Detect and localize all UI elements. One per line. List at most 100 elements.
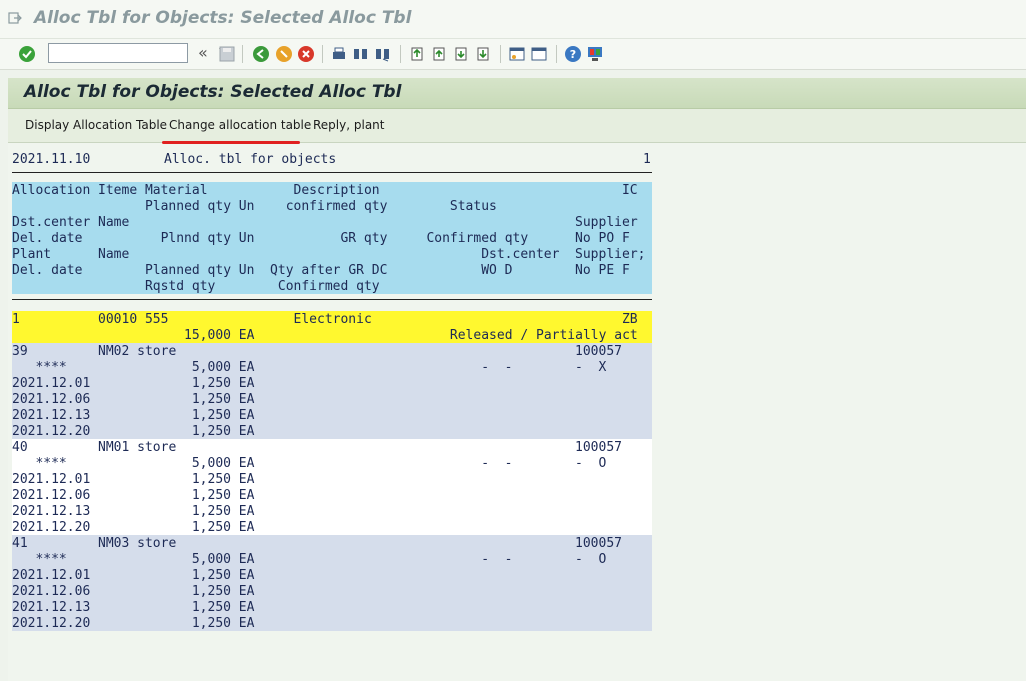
- delivery-date: 2021.12.13: [12, 600, 91, 615]
- delivery-row[interactable]: 2021.12.13 1,250 EA: [12, 503, 652, 519]
- store-qty-row[interactable]: **** 5,000 EA - - - X: [12, 359, 652, 375]
- header-row[interactable]: Dst.center Name Supplier: [12, 214, 652, 230]
- save-icon[interactable]: [218, 45, 236, 63]
- unit: EA: [238, 584, 255, 599]
- store-qty-row[interactable]: **** 5,000 EA - - - O: [12, 455, 652, 471]
- supplier: 100057: [575, 344, 622, 359]
- display-allocation-table-button[interactable]: Display Allocation Table: [25, 118, 167, 132]
- double-chevron-left-icon[interactable]: «: [198, 43, 216, 62]
- page-title: Alloc Tbl for Objects: Selected Alloc Tb…: [24, 82, 402, 102]
- flag: O: [598, 552, 607, 567]
- store-row[interactable]: 39 NM02 store 100057: [12, 343, 652, 359]
- delivery-row[interactable]: 2021.12.20 1,250 EA: [12, 615, 652, 631]
- exit-icon[interactable]: [8, 11, 22, 25]
- column-header: Del. date: [12, 263, 83, 278]
- column-header: WO D: [481, 263, 513, 278]
- delivery-row[interactable]: 2021.12.01 1,250 EA: [12, 567, 652, 583]
- delivery-qty: 1,250: [191, 488, 231, 503]
- delivery-row[interactable]: 2021.12.06 1,250 EA: [12, 391, 652, 407]
- dst-center: 40: [12, 440, 28, 455]
- store-name: NM03 store: [98, 536, 177, 551]
- description: Electronic: [293, 312, 372, 327]
- column-header: IC: [621, 183, 638, 198]
- back-icon[interactable]: [252, 45, 270, 63]
- divider: [12, 299, 652, 300]
- dst-center: 39: [12, 344, 28, 359]
- unit: EA: [238, 552, 255, 567]
- delivery-date: 2021.12.06: [12, 392, 91, 407]
- column-header: Un: [238, 263, 255, 278]
- delivery-row[interactable]: 2021.12.06 1,250 EA: [12, 583, 652, 599]
- enter-check-icon[interactable]: [18, 45, 36, 63]
- ic: ZB: [621, 312, 638, 327]
- header-row[interactable]: Planned qty Un confirmed qty Status: [12, 198, 652, 214]
- supplier: 100057: [575, 440, 622, 455]
- command-field[interactable]: [48, 43, 227, 63]
- unit: EA: [238, 408, 255, 423]
- delivery-date: 2021.12.20: [12, 424, 91, 439]
- delivery-row[interactable]: 2021.12.06 1,250 EA: [12, 487, 652, 503]
- unit: EA: [238, 616, 255, 631]
- divider: [12, 172, 652, 173]
- dash: -: [575, 456, 583, 471]
- application-toolbar: Display Allocation Table Change allocati…: [8, 109, 1026, 143]
- qty: 5,000: [191, 360, 231, 375]
- delivery-date: 2021.12.20: [12, 520, 91, 535]
- delivery-row[interactable]: 2021.12.01 1,250 EA: [12, 471, 652, 487]
- alloc-number: 1: [12, 312, 20, 327]
- material: 555: [144, 312, 169, 327]
- window-titlebar: Alloc Tbl for Objects: Selected Alloc Tb…: [0, 0, 1026, 39]
- last-page-icon[interactable]: [474, 45, 492, 63]
- stars: ****: [35, 456, 67, 471]
- unit: EA: [238, 456, 255, 471]
- find-next-icon[interactable]: [374, 45, 392, 63]
- item-number: 00010: [98, 312, 138, 327]
- dash: -: [504, 552, 513, 567]
- previous-page-icon[interactable]: [430, 45, 448, 63]
- first-page-icon[interactable]: [408, 45, 426, 63]
- store-qty-row[interactable]: **** 5,000 EA - - - O: [12, 551, 652, 567]
- delivery-qty: 1,250: [191, 408, 231, 423]
- column-header: Un: [238, 199, 255, 214]
- unit: EA: [238, 472, 255, 487]
- exit-icon[interactable]: [275, 45, 293, 63]
- delivery-row[interactable]: 2021.12.20 1,250 EA: [12, 519, 652, 535]
- find-icon[interactable]: [352, 45, 370, 63]
- create-session-icon[interactable]: [508, 45, 526, 63]
- reply-plant-button[interactable]: Reply, plant: [313, 118, 384, 132]
- column-header: Description: [293, 183, 380, 198]
- delivery-row[interactable]: 2021.12.01 1,250 EA: [12, 375, 652, 391]
- delivery-row[interactable]: 2021.12.13 1,250 EA: [12, 407, 652, 423]
- change-allocation-table-button[interactable]: Change allocation table: [169, 118, 311, 132]
- print-icon[interactable]: [330, 45, 348, 63]
- store-row[interactable]: 41 NM03 store 100057: [12, 535, 652, 551]
- unit: EA: [238, 424, 255, 439]
- delivery-qty: 1,250: [191, 392, 231, 407]
- item-row[interactable]: 1 00010 555 Electronic ZB: [12, 311, 652, 327]
- column-header: confirmed qty: [285, 199, 388, 214]
- column-header: Iteme: [98, 183, 138, 198]
- delivery-date: 2021.12.01: [12, 376, 91, 391]
- column-header: Un: [238, 231, 255, 246]
- header-row[interactable]: Plant Name Dst.center Supplier;: [12, 246, 652, 262]
- customize-layout-icon[interactable]: [586, 45, 604, 63]
- column-header: Dst.center: [481, 247, 560, 262]
- store-row[interactable]: 40 NM01 store 100057: [12, 439, 652, 455]
- dash: -: [575, 360, 583, 375]
- next-page-icon[interactable]: [452, 45, 470, 63]
- help-icon[interactable]: ?: [564, 45, 582, 63]
- header-row[interactable]: Del. date Plnnd qty Un GR qty Confirmed qty N…: [12, 230, 652, 246]
- item-qty-row[interactable]: 15,000 EA Released / Partially act: [12, 327, 652, 343]
- delivery-row[interactable]: 2021.12.13 1,250 EA: [12, 599, 652, 615]
- delivery-qty: 1,250: [191, 472, 231, 487]
- header-row[interactable]: Allocation Iteme Material Description IC: [12, 182, 652, 198]
- delivery-date: 2021.12.06: [12, 488, 91, 503]
- shortcut-icon[interactable]: [530, 45, 548, 63]
- header-row[interactable]: Rqstd qty Confirmed qty: [12, 278, 652, 294]
- header-row[interactable]: Del. date Planned qty Un Qty after GR DC WO …: [12, 262, 652, 278]
- dash: -: [481, 360, 490, 375]
- stars: ****: [35, 552, 67, 567]
- cancel-icon[interactable]: [297, 45, 315, 63]
- qty: 5,000: [191, 552, 231, 567]
- delivery-row[interactable]: 2021.12.20 1,250 EA: [12, 423, 652, 439]
